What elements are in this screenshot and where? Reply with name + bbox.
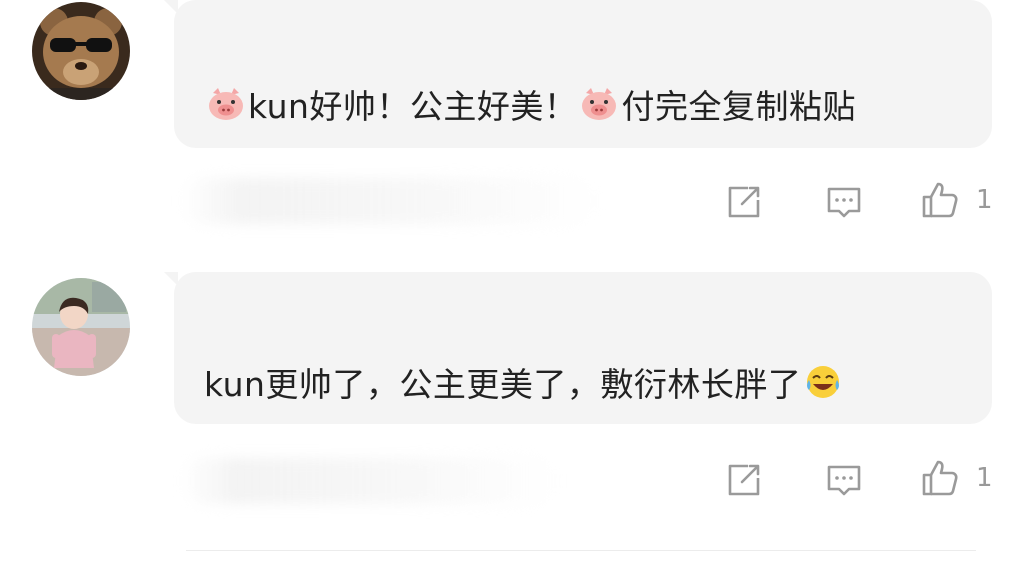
reply-icon[interactable] [824, 182, 864, 222]
laughing-crying-face-icon [803, 362, 843, 402]
avatar[interactable] [32, 2, 130, 100]
comment-text: kun更帅了，公主更美了，敷衍林长胖了 [204, 358, 845, 406]
teddy-bear-sunglasses-avatar [32, 2, 130, 100]
comment-text-part: kun更帅了，公主更美了，敷衍林长胖了 [204, 365, 802, 404]
comment-bubble: kun好帅！公主好美！ 付完全复制粘贴 [164, 0, 992, 148]
comment-text: kun好帅！公主好美！ 付完全复制粘贴 [204, 80, 856, 128]
share-icon[interactable] [724, 460, 764, 500]
pig-face-icon [579, 84, 619, 124]
pig-face-icon [206, 84, 246, 124]
comment-feed: kun好帅！公主好美！ 付完全复制粘贴 1 kun更帅了，公主更美了，敷衍林长胖… [0, 0, 1024, 573]
like-icon[interactable] [920, 458, 960, 498]
child-photo-avatar [32, 278, 130, 376]
comment-text-part: kun好帅！公主好美！ [248, 87, 578, 126]
share-icon[interactable] [724, 182, 764, 222]
divider [186, 550, 976, 551]
like-count: 1 [976, 185, 993, 215]
avatar[interactable] [32, 278, 130, 376]
comment-bubble: kun更帅了，公主更美了，敷衍林长胖了 [164, 272, 992, 424]
like-count: 1 [976, 463, 993, 493]
comment-text-part: 付完全复制粘贴 [621, 87, 856, 126]
blurred-meta [180, 178, 600, 224]
like-icon[interactable] [920, 180, 960, 220]
reply-icon[interactable] [824, 460, 864, 500]
blurred-meta [180, 458, 560, 504]
